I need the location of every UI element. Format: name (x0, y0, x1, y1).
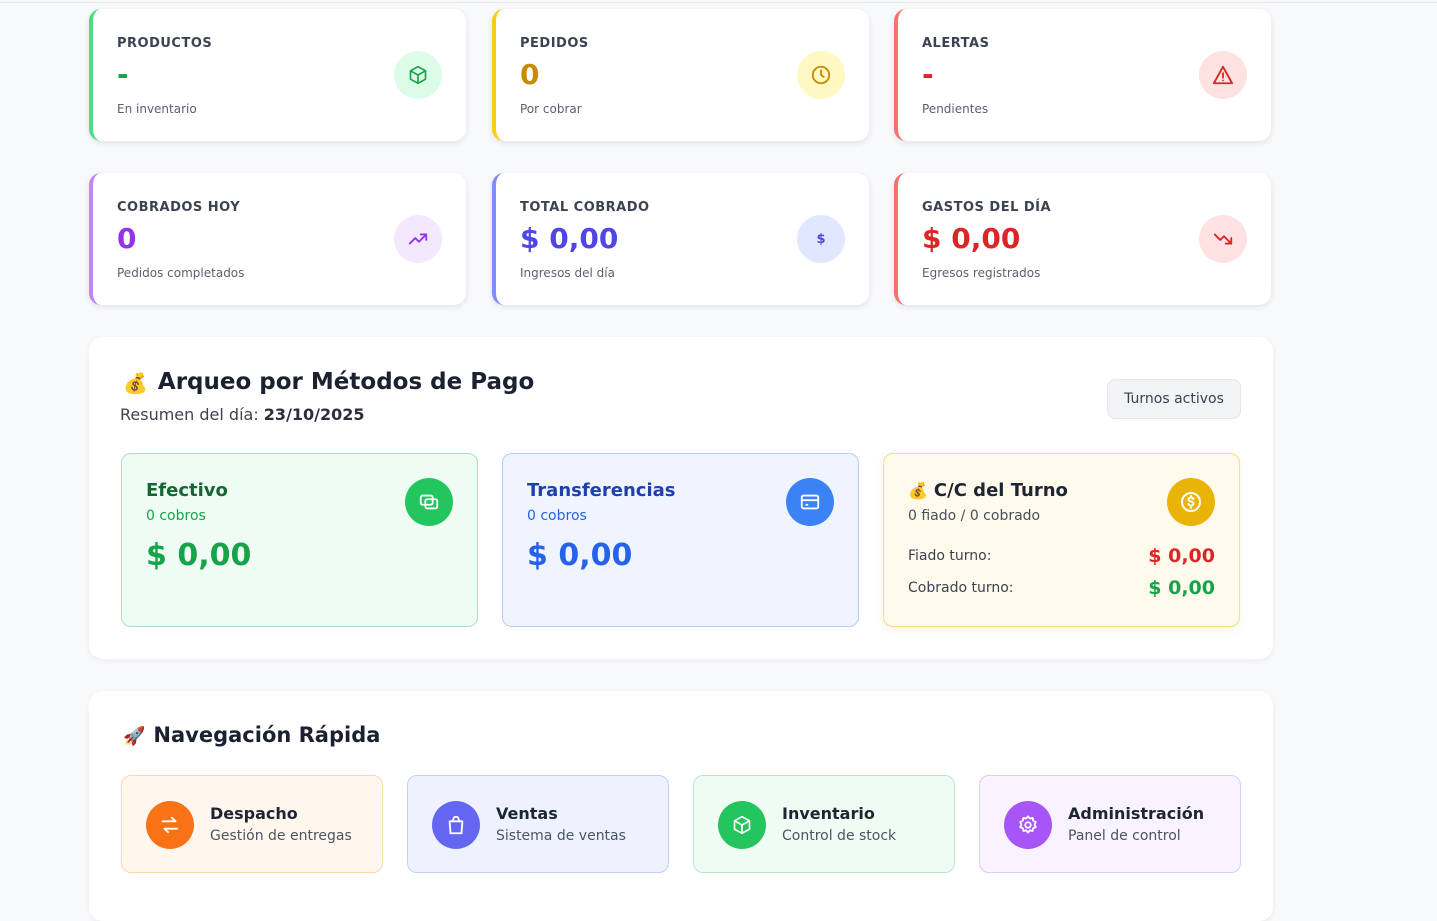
stat-title: PEDIDOS (520, 36, 589, 51)
warning-icon (1199, 51, 1247, 99)
stat-subtitle: Egresos registrados (922, 266, 1041, 280)
nav-panel: 🚀 Navegación Rápida Despacho Gestión de e… (89, 691, 1273, 921)
efectivo-card: Efectivo 0 cobros $ 0,00 (121, 453, 478, 627)
stat-card-gastos: GASTOS DEL DÍA $ 0,00 Egresos registrado… (894, 173, 1271, 305)
nav-item-subtitle: Sistema de ventas (496, 828, 626, 844)
cc-turno-card: 💰 C/C del Turno 0 fiado / 0 cobrado Fiado… (883, 453, 1240, 627)
transferencias-title: Transferencias (527, 480, 676, 501)
nav-item-title: Despacho (210, 804, 298, 823)
nav-item-inventario[interactable]: Inventario Control de stock (693, 775, 955, 873)
stat-value: $ 0,00 (922, 222, 1021, 255)
nav-item-title: Ventas (496, 804, 558, 823)
stat-value: 0 (520, 58, 540, 91)
gear-icon (1004, 801, 1052, 849)
stat-subtitle: Pedidos completados (117, 266, 245, 280)
cc-turno-count: 0 fiado / 0 cobrado (908, 508, 1041, 524)
stat-title: TOTAL COBRADO (520, 200, 650, 215)
transferencias-count: 0 cobros (527, 508, 587, 524)
stat-card-total-cobrado: TOTAL COBRADO $ 0,00 Ingresos del día $ (492, 173, 869, 305)
efectivo-title: Efectivo (146, 480, 228, 501)
credit-card-icon (786, 478, 834, 526)
box-icon (718, 801, 766, 849)
top-divider (0, 0, 1437, 3)
nav-item-despacho[interactable]: Despacho Gestión de entregas (121, 775, 383, 873)
stat-value: - (922, 58, 934, 91)
stat-value: 0 (117, 222, 137, 255)
stat-title: GASTOS DEL DÍA (922, 200, 1052, 215)
cobrado-value: $ 0,00 (1148, 577, 1215, 599)
stat-subtitle: En inventario (117, 102, 197, 116)
transferencias-card: Transferencias 0 cobros $ 0,00 (502, 453, 859, 627)
efectivo-count: 0 cobros (146, 508, 206, 524)
nav-item-subtitle: Gestión de entregas (210, 828, 352, 844)
stat-card-alertas: ALERTAS - Pendientes (894, 9, 1271, 141)
transferencias-amount: $ 0,00 (527, 538, 633, 573)
stat-title: PRODUCTOS (117, 36, 213, 51)
stat-title: COBRADOS HOY (117, 200, 241, 215)
money-bag-icon: 💰 (908, 481, 928, 500)
cobrado-label: Cobrado turno: (908, 580, 1014, 596)
stat-subtitle: Por cobrar (520, 102, 582, 116)
nav-item-administracion[interactable]: Administración Panel de control (979, 775, 1241, 873)
money-bag-icon: 💰 (123, 370, 148, 395)
stat-card-productos: PRODUCTOS - En inventario (89, 9, 466, 141)
turnos-activos-button[interactable]: Turnos activos (1107, 379, 1241, 419)
cc-turno-title: 💰 C/C del Turno (908, 480, 1068, 501)
arqueo-title: 💰 Arqueo por Métodos de Pago (123, 369, 535, 395)
stat-value: $ 0,00 (520, 222, 619, 255)
fiado-value: $ 0,00 (1148, 545, 1215, 567)
cobrado-row: Cobrado turno: $ 0,00 (908, 577, 1215, 599)
arqueo-date: 23/10/2025 (263, 405, 365, 424)
swap-arrows-icon (146, 801, 194, 849)
dollar-coin-icon (1167, 478, 1215, 526)
nav-item-title: Administración (1068, 804, 1205, 823)
stat-subtitle: Ingresos del día (520, 266, 615, 280)
arqueo-subtitle: Resumen del día: 23/10/2025 (120, 405, 365, 424)
nav-title: 🚀 Navegación Rápida (123, 723, 381, 747)
shopping-bag-icon (432, 801, 480, 849)
trending-down-icon (1199, 215, 1247, 263)
fiado-row: Fiado turno: $ 0,00 (908, 545, 1215, 567)
trending-up-icon (394, 215, 442, 263)
box-icon (394, 51, 442, 99)
nav-item-subtitle: Control de stock (782, 828, 897, 844)
stat-title: ALERTAS (922, 36, 990, 51)
clock-icon (797, 51, 845, 99)
stat-card-pedidos: PEDIDOS 0 Por cobrar (492, 9, 869, 141)
nav-item-subtitle: Panel de control (1068, 828, 1181, 844)
dollar-icon: $ (797, 215, 845, 263)
efectivo-amount: $ 0,00 (146, 538, 252, 573)
stat-subtitle: Pendientes (922, 102, 989, 116)
arqueo-panel: 💰 Arqueo por Métodos de Pago Resumen del … (89, 337, 1273, 659)
nav-item-ventas[interactable]: Ventas Sistema de ventas (407, 775, 669, 873)
fiado-label: Fiado turno: (908, 548, 992, 564)
stat-card-cobrados-hoy: COBRADOS HOY 0 Pedidos completados (89, 173, 466, 305)
nav-item-title: Inventario (782, 804, 875, 823)
cash-icon (405, 478, 453, 526)
rocket-icon: 🚀 (123, 725, 146, 747)
stat-value: - (117, 58, 129, 91)
